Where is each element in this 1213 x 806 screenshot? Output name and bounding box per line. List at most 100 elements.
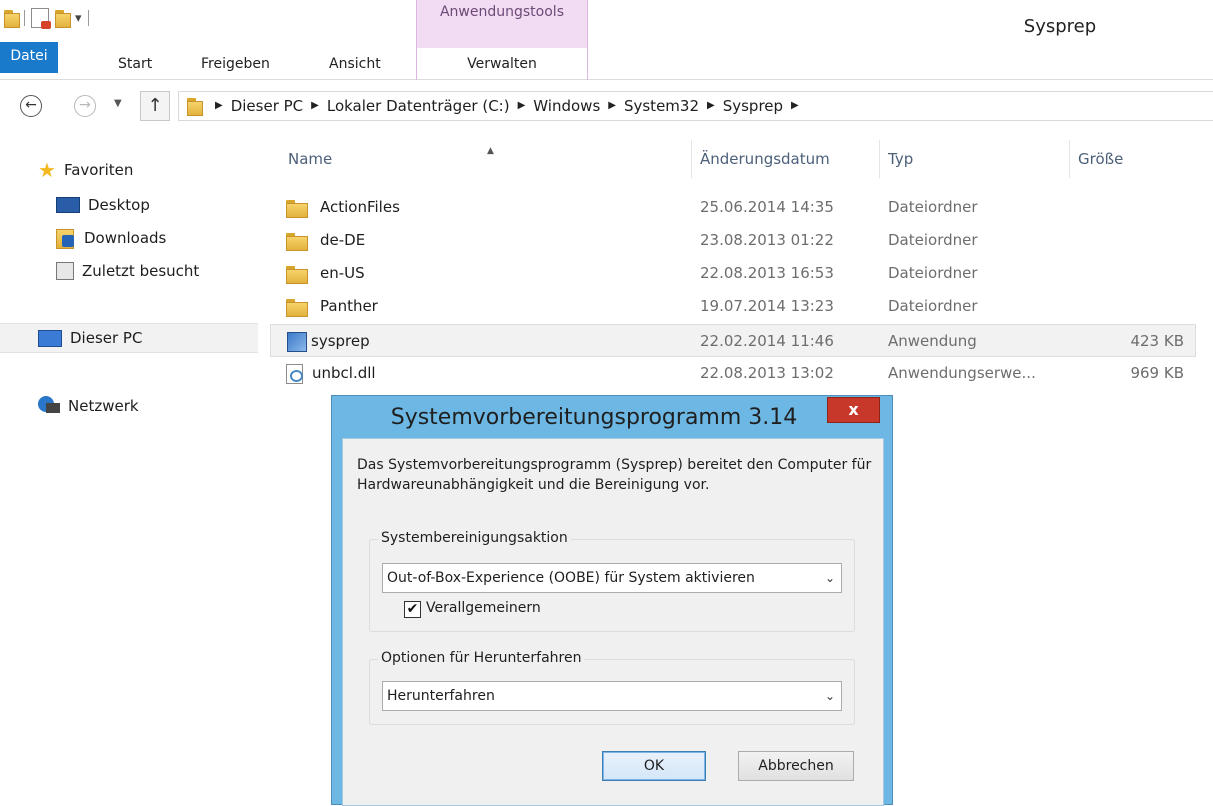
- file-type: Dateiordner: [888, 198, 978, 216]
- sort-ascending-icon: ▲: [487, 146, 494, 156]
- shutdown-options-group: Optionen für Herunterfahren Herunterfahr…: [369, 650, 855, 725]
- table-row[interactable]: ActionFiles 25.06.2014 14:35 Dateiordner: [270, 191, 1196, 224]
- file-date: 23.08.2013 01:22: [700, 231, 834, 249]
- generalize-checkbox[interactable]: ✔: [404, 601, 421, 618]
- nav-item-favoriten[interactable]: ★ Favoriten: [38, 160, 133, 180]
- tab-verwalten[interactable]: Verwalten: [416, 48, 588, 80]
- chevron-right-icon[interactable]: ▶: [791, 92, 799, 120]
- file-date: 22.02.2014 11:46: [700, 332, 834, 350]
- ribbon-tabs: Datei Start Freigeben Ansicht Verwalten: [0, 42, 1213, 80]
- cleanup-action-group: Systembereinigungsaktion Out-of-Box-Expe…: [369, 530, 855, 632]
- close-icon[interactable]: x: [827, 397, 880, 423]
- generalize-label[interactable]: Verallgemeinern: [426, 600, 541, 616]
- folder-icon: [187, 98, 203, 116]
- chevron-right-icon[interactable]: ▶: [518, 92, 526, 120]
- crumb-lokaler-datentraeger[interactable]: Lokaler Datenträger (C:): [327, 92, 510, 120]
- nav-item-dieser-pc[interactable]: Dieser PC: [38, 329, 142, 347]
- new-folder-icon[interactable]: [55, 10, 71, 28]
- nav-item-label: Dieser PC: [70, 329, 143, 347]
- file-type: Dateiordner: [888, 231, 978, 249]
- column-header-date[interactable]: Änderungsdatum: [692, 140, 880, 178]
- up-icon[interactable]: ↑: [140, 91, 170, 121]
- nav-item-label: Downloads: [84, 229, 167, 247]
- cancel-button[interactable]: Abbrechen: [738, 751, 854, 781]
- file-name: ActionFiles: [320, 198, 400, 216]
- cleanup-action-select[interactable]: Out-of-Box-Experience (OOBE) für System …: [382, 563, 842, 593]
- properties-icon[interactable]: [31, 8, 51, 29]
- nav-item-label: Favoriten: [63, 161, 134, 179]
- file-name: unbcl.dll: [312, 364, 376, 382]
- computer-icon: [38, 329, 62, 347]
- file-date: 19.07.2014 13:23: [700, 297, 834, 315]
- file-type: Anwendung: [888, 332, 977, 350]
- sysprep-dialog: Systemvorbereitungsprogramm 3.14 x Das S…: [331, 395, 893, 806]
- table-row[interactable]: unbcl.dll 22.08.2013 13:02 Anwendungserw…: [270, 357, 1196, 390]
- nav-item-downloads[interactable]: Downloads: [56, 229, 167, 249]
- forward-icon[interactable]: →: [74, 95, 96, 117]
- network-icon: [38, 396, 60, 416]
- tab-datei[interactable]: Datei: [0, 42, 58, 73]
- column-header-type[interactable]: Typ: [880, 140, 1070, 178]
- file-date: 22.08.2013 16:53: [700, 264, 834, 282]
- table-row[interactable]: en-US 22.08.2013 16:53 Dateiordner: [270, 257, 1196, 290]
- recent-places-icon: [56, 262, 74, 280]
- ok-button[interactable]: OK: [602, 751, 706, 781]
- tab-ansicht[interactable]: Ansicht: [329, 48, 381, 80]
- nav-item-zuletzt-besucht[interactable]: Zuletzt besucht: [56, 262, 199, 280]
- divider: [24, 10, 25, 26]
- chevron-down-icon: ⌄: [824, 571, 835, 585]
- star-icon: ★: [38, 158, 56, 182]
- crumb-sysprep[interactable]: Sysprep: [723, 92, 783, 120]
- file-name: en-US: [320, 264, 365, 282]
- file-date: 25.06.2014 14:35: [700, 198, 834, 216]
- title-bar: ▾ Anwendungstools Sysprep: [0, 0, 1213, 48]
- tab-start[interactable]: Start: [118, 48, 152, 80]
- file-type: Anwendungserwe...: [888, 364, 1036, 382]
- file-type: Dateiordner: [888, 297, 978, 315]
- column-header-size[interactable]: Größe: [1070, 140, 1196, 178]
- contextual-tab-group: Anwendungstools: [416, 0, 588, 48]
- folder-icon: [286, 200, 308, 218]
- back-icon[interactable]: ←: [20, 95, 42, 117]
- folder-icon: [286, 266, 308, 284]
- shutdown-options-select[interactable]: Herunterfahren ⌄: [382, 681, 842, 711]
- customize-toolbar-icon[interactable]: ▾: [75, 11, 82, 26]
- nav-item-label: Desktop: [88, 196, 150, 214]
- file-date: 22.08.2013 13:02: [700, 364, 834, 382]
- chevron-right-icon[interactable]: ▶: [608, 92, 616, 120]
- chevron-right-icon[interactable]: ▶: [311, 92, 319, 120]
- file-size: 969 KB: [1130, 364, 1184, 382]
- column-header-label: Name: [288, 150, 333, 168]
- dialog-body: Das Systemvorbereitungsprogramm (Sysprep…: [342, 438, 884, 806]
- file-name: sysprep: [311, 332, 370, 350]
- folder-icon: [286, 299, 308, 317]
- folder-icon: [286, 233, 308, 251]
- chevron-right-icon[interactable]: ▶: [707, 92, 715, 120]
- crumb-dieser-pc[interactable]: Dieser PC: [231, 92, 303, 120]
- navigation-pane: ★ Favoriten Desktop Downloads Zuletzt be…: [0, 140, 258, 805]
- nav-item-desktop[interactable]: Desktop: [56, 196, 150, 214]
- select-value: Herunterfahren: [387, 688, 495, 704]
- table-row[interactable]: sysprep 22.02.2014 11:46 Anwendung 423 K…: [270, 324, 1196, 357]
- quick-access-toolbar: ▾: [4, 8, 89, 29]
- file-type: Dateiordner: [888, 264, 978, 282]
- nav-item-netzwerk[interactable]: Netzwerk: [38, 396, 139, 416]
- dll-file-icon: [286, 364, 303, 384]
- nav-item-label: Zuletzt besucht: [82, 262, 200, 280]
- crumb-windows[interactable]: Windows: [533, 92, 600, 120]
- file-size: 423 KB: [1130, 332, 1184, 350]
- application-icon: [287, 332, 307, 352]
- table-row[interactable]: de-DE 23.08.2013 01:22 Dateiordner: [270, 224, 1196, 257]
- column-header-name[interactable]: Name ▲: [280, 140, 692, 178]
- contextual-tab-label: Anwendungstools: [439, 4, 564, 20]
- chevron-right-icon[interactable]: ▶: [215, 92, 223, 120]
- table-row[interactable]: Panther 19.07.2014 13:23 Dateiordner: [270, 290, 1196, 323]
- breadcrumb: ▶ Dieser PC ▶ Lokaler Datenträger (C:) ▶…: [215, 92, 799, 120]
- downloads-icon: [56, 229, 76, 249]
- tab-freigeben[interactable]: Freigeben: [201, 48, 270, 80]
- crumb-system32[interactable]: System32: [624, 92, 699, 120]
- dialog-title: Systemvorbereitungsprogramm 3.14: [390, 405, 798, 430]
- address-bar[interactable]: ▶ Dieser PC ▶ Lokaler Datenträger (C:) ▶…: [178, 91, 1213, 121]
- recent-locations-icon[interactable]: ▼: [114, 98, 122, 109]
- chevron-down-icon: ⌄: [824, 689, 835, 703]
